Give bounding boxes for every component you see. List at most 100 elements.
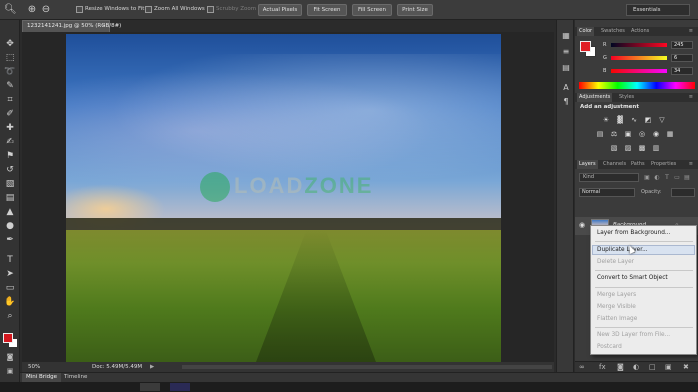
properties-panel-icon[interactable]: ≡ [560, 46, 572, 57]
panel-menu-icon[interactable]: ≡ [687, 160, 695, 169]
fill-screen-button[interactable]: Fill Screen [352, 4, 392, 16]
character-panel-icon[interactable]: A [560, 82, 572, 93]
visibility-eye-icon[interactable]: ◉ [579, 221, 585, 229]
clone-stamp-tool-icon[interactable]: ⚑ [3, 150, 17, 163]
opacity-input[interactable] [671, 188, 695, 197]
status-menu-arrow-icon[interactable]: ▶ [150, 362, 154, 372]
tab-layers[interactable]: Layers [577, 160, 598, 169]
menu-item-convert-smart-object[interactable]: Convert to Smart Object [597, 275, 668, 281]
threshold-icon[interactable]: ▩ [637, 144, 647, 153]
tab-mini-bridge[interactable]: Mini Bridge [22, 373, 61, 382]
hue-saturation-icon[interactable]: ▤ [595, 130, 605, 139]
resize-windows-checkbox[interactable] [76, 6, 83, 13]
color-spectrum[interactable] [579, 82, 695, 89]
actual-pixels-button[interactable]: Actual Pixels [258, 4, 302, 16]
menu-item-merge-visible[interactable]: Merge Visible [597, 304, 636, 310]
shape-filter-icon[interactable]: ▭ [673, 174, 681, 182]
brightness-contrast-icon[interactable]: ☀ [601, 116, 611, 125]
curves-icon[interactable]: ∿ [629, 116, 639, 125]
red-slider-row[interactable]: R 245 [603, 41, 695, 49]
tab-paths[interactable]: Paths [629, 160, 647, 169]
exposure-icon[interactable]: ◩ [643, 116, 653, 125]
history-panel-icon[interactable]: ▦ [560, 30, 572, 41]
zoom-in-icon[interactable]: ⊕ [26, 4, 38, 16]
selective-color-icon[interactable]: ▥ [651, 144, 661, 153]
panel-menu-icon[interactable]: ≡ [687, 93, 695, 102]
zoom-tool-side-icon[interactable]: ⌕ [3, 310, 17, 323]
green-slider[interactable] [611, 56, 667, 60]
tab-swatches[interactable]: Swatches [599, 27, 627, 36]
red-slider[interactable] [611, 43, 667, 47]
gradient-tool-icon[interactable]: ▤ [3, 192, 17, 205]
history-brush-tool-icon[interactable]: ↺ [3, 164, 17, 177]
tab-actions[interactable]: Actions [629, 27, 651, 36]
quick-select-tool-icon[interactable]: ✎ [3, 80, 17, 93]
blue-slider[interactable] [611, 69, 667, 73]
hand-tool-icon[interactable]: ✋ [3, 296, 17, 309]
zoom-out-icon[interactable]: ⊖ [40, 4, 52, 16]
invert-icon[interactable]: ▧ [609, 144, 619, 153]
eyedropper-tool-icon[interactable]: ✐ [3, 108, 17, 121]
taskbar-item[interactable] [170, 383, 190, 391]
layer-style-icon[interactable]: fx [599, 363, 606, 371]
delete-layer-icon[interactable]: ✖ [683, 363, 689, 371]
menu-item-postcard[interactable]: Postcard [597, 344, 622, 350]
pen-tool-icon[interactable]: ✒ [3, 234, 17, 247]
zoom-level[interactable]: 50% [28, 362, 40, 372]
type-filter-icon[interactable]: T [663, 174, 671, 182]
photo-filter-icon[interactable]: ◎ [637, 130, 647, 139]
new-group-icon[interactable]: □ [649, 363, 656, 371]
tab-styles[interactable]: Styles [617, 93, 636, 102]
dodge-tool-icon[interactable]: ● [3, 220, 17, 233]
channel-mixer-icon[interactable]: ◉ [651, 130, 661, 139]
green-slider-row[interactable]: G 6 [603, 54, 695, 62]
blue-slider-row[interactable]: B 34 [603, 67, 695, 75]
tab-timeline[interactable]: Timeline [60, 373, 91, 382]
path-selection-tool-icon[interactable]: ➤ [3, 268, 17, 281]
layer-kind-filter[interactable]: Kind [579, 173, 639, 182]
brush-panel-icon[interactable]: ▤ [560, 62, 572, 73]
color-lookup-icon[interactable]: ▦ [665, 130, 675, 139]
zoom-tool-icon[interactable]: 🔍︎ [4, 4, 17, 16]
new-adjustment-layer-icon[interactable]: ◐ [633, 363, 639, 371]
marquee-tool-icon[interactable]: ⬚ [3, 52, 17, 65]
quick-mask-icon[interactable]: ◙ [4, 353, 16, 363]
blur-tool-icon[interactable]: ▲ [3, 206, 17, 219]
adjustment-filter-icon[interactable]: ◐ [653, 174, 661, 182]
tab-properties[interactable]: Properties [649, 160, 678, 169]
add-mask-icon[interactable]: ◙ [617, 363, 624, 371]
menu-item-delete-layer[interactable]: Delete Layer [597, 259, 634, 265]
green-value-input[interactable]: 6 [671, 54, 693, 62]
blend-mode-select[interactable]: Normal [579, 188, 635, 197]
type-tool-icon[interactable]: T [3, 254, 17, 267]
eraser-tool-icon[interactable]: ▧ [3, 178, 17, 191]
crop-tool-icon[interactable]: ⌗ [3, 94, 17, 107]
blue-value-input[interactable]: 34 [671, 67, 693, 75]
close-tab-icon[interactable]: × [101, 21, 106, 32]
paragraph-panel-icon[interactable]: ¶ [560, 96, 572, 107]
color-balance-icon[interactable]: ⚖ [609, 130, 619, 139]
brush-tool-icon[interactable]: ✍ [3, 136, 17, 149]
menu-item-layer-from-background[interactable]: Layer from Background... [597, 230, 670, 236]
taskbar-item[interactable] [140, 383, 160, 391]
vibrance-icon[interactable]: ▽ [657, 116, 667, 125]
workspace-switcher[interactable]: Essentials [626, 4, 690, 16]
new-layer-icon[interactable]: ▣ [665, 363, 672, 371]
link-layers-icon[interactable]: ∞ [579, 363, 585, 371]
document-tab[interactable]: 1232141241.jpg @ 50% (RGB/8#) × [22, 20, 121, 32]
menu-item-new-3d-layer[interactable]: New 3D Layer from File... [597, 332, 670, 338]
screen-mode-icon[interactable]: ▣ [4, 367, 16, 377]
black-white-icon[interactable]: ▣ [623, 130, 633, 139]
posterize-icon[interactable]: ▨ [623, 144, 633, 153]
color-fg-swatch[interactable] [580, 41, 591, 52]
zoom-all-windows-checkbox[interactable] [145, 6, 152, 13]
smart-object-filter-icon[interactable]: ▤ [683, 174, 691, 182]
red-value-input[interactable]: 245 [671, 41, 693, 49]
shape-tool-icon[interactable]: ▭ [3, 282, 17, 295]
lasso-tool-icon[interactable]: ➰ [3, 66, 17, 79]
panel-menu-icon[interactable]: ≡ [687, 27, 695, 36]
tab-color[interactable]: Color [577, 27, 595, 36]
print-size-button[interactable]: Print Size [397, 4, 433, 16]
pixel-filter-icon[interactable]: ▣ [643, 174, 651, 182]
tab-channels[interactable]: Channels [601, 160, 628, 169]
